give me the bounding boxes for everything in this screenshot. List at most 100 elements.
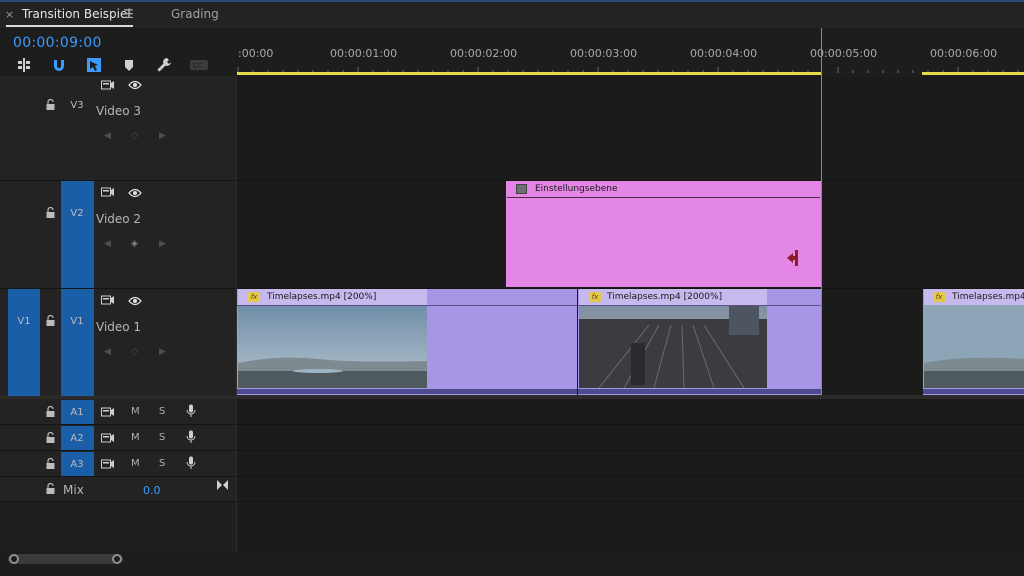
clip-name: Einstellungsebene bbox=[535, 184, 618, 194]
mic-icon[interactable] bbox=[186, 430, 196, 444]
track-divider bbox=[0, 476, 1024, 477]
keyframe-add-icon[interactable]: ◈ bbox=[131, 239, 138, 249]
mix-label: Mix bbox=[63, 483, 84, 497]
fx-badge[interactable]: fx bbox=[589, 292, 601, 302]
mic-icon[interactable] bbox=[186, 456, 196, 470]
lane-a3[interactable] bbox=[237, 451, 1024, 476]
lock-icon[interactable] bbox=[46, 458, 55, 469]
fx-badge[interactable]: fx bbox=[933, 292, 945, 302]
lock-icon[interactable] bbox=[46, 406, 55, 417]
ruler-label: 00:00:06:00 bbox=[930, 47, 998, 60]
zoom-scrollbar[interactable] bbox=[8, 554, 123, 564]
menu-icon[interactable]: ☰ bbox=[123, 7, 134, 21]
track-name-v1[interactable]: Video 1 bbox=[96, 320, 141, 334]
marker-icon[interactable] bbox=[121, 57, 137, 73]
lock-icon[interactable] bbox=[46, 315, 55, 326]
track-name-v2[interactable]: Video 2 bbox=[96, 212, 141, 226]
track-header-empty bbox=[0, 502, 237, 552]
wrench-icon[interactable] bbox=[156, 57, 172, 73]
lock-icon[interactable] bbox=[46, 432, 55, 443]
solo-button[interactable]: S bbox=[159, 406, 165, 417]
ruler-label: 00:00:04:00 bbox=[690, 47, 758, 60]
clip-name: Timelapses.mp4 [200%] bbox=[267, 292, 377, 302]
camera-icon[interactable] bbox=[101, 80, 115, 90]
camera-icon[interactable] bbox=[101, 295, 115, 305]
camera-icon[interactable] bbox=[101, 433, 115, 443]
mute-button[interactable]: M bbox=[131, 458, 140, 469]
lock-icon[interactable] bbox=[46, 99, 55, 110]
mute-button[interactable]: M bbox=[131, 432, 140, 443]
source-patch-v1[interactable] bbox=[8, 289, 40, 396]
track-header-v3 bbox=[0, 76, 237, 180]
mute-button[interactable]: M bbox=[131, 406, 140, 417]
playhead-timecode[interactable]: 00:00:09:00 bbox=[13, 35, 102, 51]
solo-button[interactable]: S bbox=[159, 432, 165, 443]
track-target-v2[interactable] bbox=[61, 181, 94, 288]
track-header-v2 bbox=[0, 181, 237, 288]
trim-out-icon[interactable] bbox=[786, 249, 800, 267]
tab-grading[interactable]: Grading bbox=[171, 7, 219, 21]
keyframe-next-icon[interactable]: ▶ bbox=[159, 131, 166, 141]
lane-mix[interactable] bbox=[237, 477, 1024, 501]
eye-icon[interactable] bbox=[128, 188, 142, 198]
clip-bottom-strip bbox=[237, 389, 577, 394]
lane-a2[interactable] bbox=[237, 425, 1024, 450]
camera-icon[interactable] bbox=[101, 187, 115, 197]
zoom-handle-right[interactable] bbox=[112, 554, 122, 564]
track-id-a1[interactable]: A1 bbox=[66, 407, 88, 418]
mic-icon[interactable] bbox=[186, 404, 196, 418]
keyframe-add-icon[interactable]: ◇ bbox=[131, 347, 138, 357]
track-id-a3[interactable]: A3 bbox=[66, 459, 88, 470]
track-name-v3[interactable]: Video 3 bbox=[96, 104, 141, 118]
svg-text:CC: CC bbox=[193, 62, 203, 70]
work-area-bar[interactable] bbox=[922, 72, 1024, 75]
track-header-a2 bbox=[0, 425, 237, 450]
close-icon[interactable]: × bbox=[5, 8, 14, 21]
solo-button[interactable]: S bbox=[159, 458, 165, 469]
track-id-v2[interactable]: V2 bbox=[66, 208, 88, 219]
track-id-v1[interactable]: V1 bbox=[66, 316, 88, 327]
track-header-a3 bbox=[0, 451, 237, 476]
clip-thumbnail bbox=[579, 305, 767, 388]
keyframe-prev-icon[interactable]: ◀ bbox=[104, 131, 111, 141]
timeline-scroll-area bbox=[0, 552, 1024, 576]
source-patch-label[interactable]: V1 bbox=[8, 316, 40, 327]
lane-v3[interactable] bbox=[237, 76, 1024, 180]
eye-icon[interactable] bbox=[128, 296, 142, 306]
clip-name: Timelapses.mp4 [2000%] bbox=[607, 292, 723, 302]
work-area-bar[interactable] bbox=[237, 72, 821, 75]
keyframe-next-icon[interactable]: ▶ bbox=[159, 239, 166, 249]
ruler-label: 00:00:02:00 bbox=[450, 47, 518, 60]
captions-icon[interactable]: CC bbox=[189, 57, 209, 73]
clip-thumbnail bbox=[924, 305, 1024, 388]
clip-name: Timelapses.mp4 [ bbox=[952, 292, 1024, 302]
lock-icon[interactable] bbox=[46, 483, 55, 494]
fx-badge[interactable]: fx bbox=[248, 292, 260, 302]
magnet-icon[interactable] bbox=[51, 57, 67, 73]
track-id-v3[interactable]: V3 bbox=[66, 100, 88, 111]
track-id-a2[interactable]: A2 bbox=[66, 433, 88, 444]
ripple-icon[interactable] bbox=[16, 57, 32, 73]
track-header-mix bbox=[0, 477, 237, 501]
linked-selection-icon[interactable] bbox=[86, 57, 102, 73]
track-divider bbox=[0, 450, 1024, 451]
playhead-line[interactable] bbox=[821, 28, 822, 395]
video-audio-divider[interactable] bbox=[0, 395, 1024, 399]
lock-icon[interactable] bbox=[46, 207, 55, 218]
clip-header-line bbox=[578, 305, 822, 306]
lane-a1[interactable] bbox=[237, 399, 1024, 424]
zoom-handle-left[interactable] bbox=[9, 554, 19, 564]
eye-icon[interactable] bbox=[128, 80, 142, 90]
mix-volume-value[interactable]: 0.0 bbox=[143, 484, 161, 497]
camera-icon[interactable] bbox=[101, 407, 115, 417]
keyframe-next-icon[interactable]: ▶ bbox=[159, 347, 166, 357]
keyframe-prev-icon[interactable]: ◀ bbox=[104, 239, 111, 249]
track-target-v1[interactable] bbox=[61, 289, 94, 396]
transition-icon[interactable] bbox=[216, 479, 229, 491]
clip-header-fill bbox=[427, 289, 577, 305]
camera-icon[interactable] bbox=[101, 459, 115, 469]
track-divider bbox=[0, 424, 1024, 425]
keyframe-add-icon[interactable]: ◇ bbox=[131, 131, 138, 141]
sequence-tab-title[interactable]: Transition Beispiel bbox=[22, 7, 131, 21]
keyframe-prev-icon[interactable]: ◀ bbox=[104, 347, 111, 357]
